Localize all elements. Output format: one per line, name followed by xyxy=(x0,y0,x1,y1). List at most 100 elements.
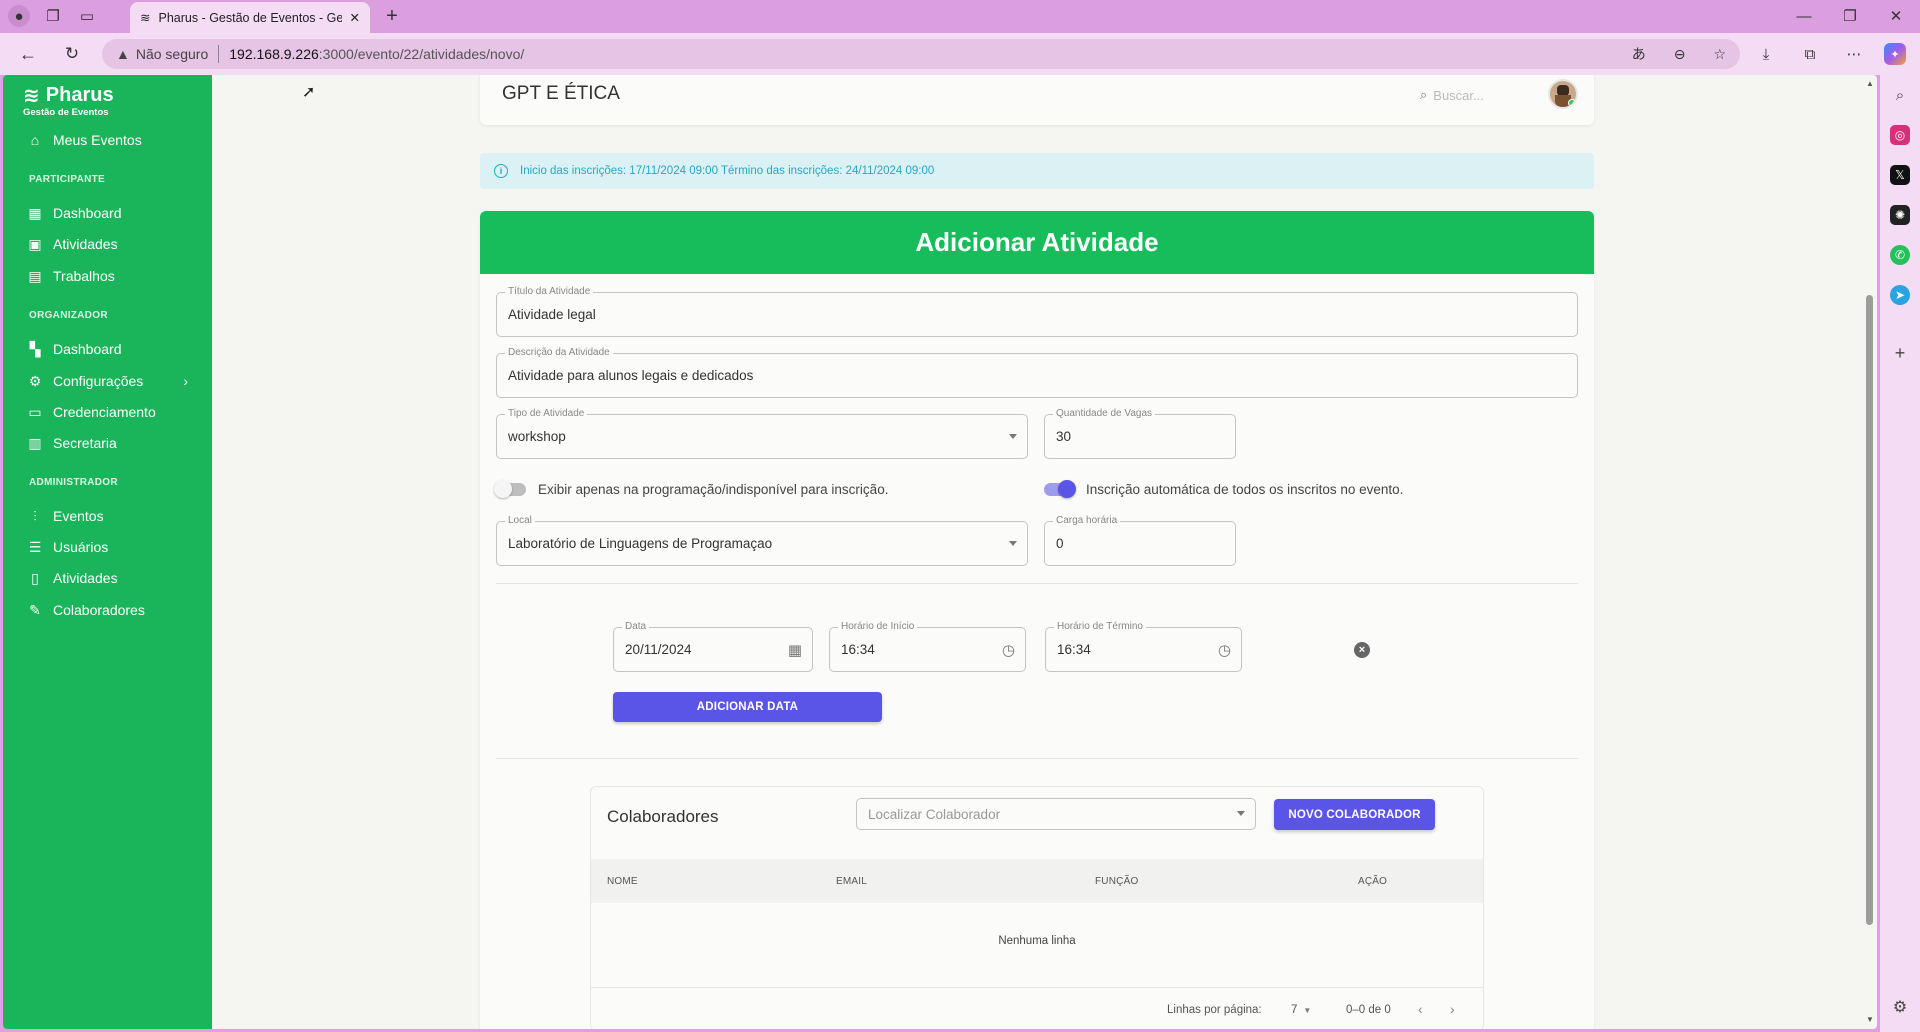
next-page-icon[interactable]: › xyxy=(1450,1001,1455,1017)
field-value: 16:34 xyxy=(1057,642,1091,657)
nav-label: Eventos xyxy=(53,508,104,524)
active-tab[interactable]: ≋ Pharus - Gestão de Eventos - Ges ✕ xyxy=(130,2,370,33)
screenshot-icon[interactable]: ⧉ xyxy=(1798,43,1822,65)
section-divider xyxy=(496,583,1578,584)
activity-type-select[interactable]: Tipo de Atividade workshop xyxy=(496,408,1028,459)
back-icon[interactable]: ← xyxy=(16,43,40,65)
rows-per-page-value: 7 xyxy=(1291,1004,1298,1016)
scrollbar-thumb[interactable] xyxy=(1866,295,1873,925)
whatsapp-icon[interactable]: ✆ xyxy=(1890,245,1910,265)
mouse-cursor-icon: ➚ xyxy=(302,84,316,101)
favorite-star-icon[interactable]: ☆ xyxy=(1713,46,1726,63)
favicon-icon: ≋ xyxy=(140,11,151,25)
nav-secretaria[interactable]: ▥ Secretaria xyxy=(3,427,212,459)
menu-dots-icon[interactable]: ⋯ xyxy=(1842,43,1866,65)
calendar-icon[interactable]: ▦ xyxy=(788,641,802,659)
grid-icon: ▚ xyxy=(29,340,41,357)
nav-credenciamento[interactable]: ▭ Credenciamento xyxy=(3,396,212,428)
column-header-nome[interactable]: NOME xyxy=(607,876,638,887)
nav-organizador-dashboard[interactable]: ▚ Dashboard xyxy=(3,333,212,365)
nav-admin-colaboradores[interactable]: ✎ Colaboradores xyxy=(3,594,212,626)
vacancies-field[interactable]: Quantidade de Vagas 30 xyxy=(1044,408,1236,459)
nav-label: Dashboard xyxy=(53,341,122,357)
nav-meus-eventos[interactable]: ⌂ Meus Eventos xyxy=(3,124,212,156)
event-header: GPT E ÉTICA ⌕ Buscar... xyxy=(480,75,1594,125)
close-window-icon[interactable]: ✕ xyxy=(1884,5,1908,27)
nav-label: Trabalhos xyxy=(53,268,115,284)
x-twitter-icon[interactable]: 𝕏 xyxy=(1890,165,1910,185)
field-value: 20/11/2024 xyxy=(625,642,692,657)
collaborators-title: Colaboradores xyxy=(607,807,719,826)
profile-icon[interactable]: ● xyxy=(8,5,30,27)
rows-per-page-select[interactable]: 7 ▼ xyxy=(1291,1004,1311,1016)
settings-gear-icon[interactable]: ⚙ xyxy=(1890,997,1910,1017)
translate-icon[interactable]: あ xyxy=(1632,44,1646,64)
collaborator-search-select[interactable]: Localizar Colaborador xyxy=(856,798,1256,830)
collaborators-panel: Colaboradores Localizar Colaborador NOVO… xyxy=(590,786,1484,1029)
nav-participante-dashboard[interactable]: ▦ Dashboard xyxy=(3,197,212,229)
add-date-button[interactable]: ADICIONAR DATA xyxy=(613,692,882,722)
registration-info-text: Inicio das inscrições: 17/11/2024 09:00 … xyxy=(520,165,935,177)
nav-admin-usuarios[interactable]: ☰ Usuários xyxy=(3,531,212,563)
address-bar[interactable]: ▲ Não seguro 192.168.9.226:3000/evento/2… xyxy=(102,39,1740,69)
nav-participante-trabalhos[interactable]: ▤ Trabalhos xyxy=(3,260,212,292)
remove-date-icon[interactable]: × xyxy=(1354,642,1370,658)
restore-icon[interactable]: ❐ xyxy=(1838,5,1862,27)
scroll-down-icon[interactable]: ▼ xyxy=(1866,1015,1874,1024)
events-icon: ⫶ xyxy=(33,507,37,524)
scroll-up-icon[interactable]: ▲ xyxy=(1866,79,1874,88)
column-header-email[interactable]: EMAIL xyxy=(836,876,867,887)
tab-actions-icon[interactable]: ▭ xyxy=(76,5,98,27)
activity-title-field[interactable]: Título da Atividade Atividade legal xyxy=(496,286,1578,337)
minimize-icon[interactable]: — xyxy=(1792,5,1816,27)
start-time-field[interactable]: Horário de Início 16:34 ◷ xyxy=(829,621,1026,672)
select-placeholder: Localizar Colaborador xyxy=(868,806,1001,822)
rows-per-page-label: Linhas por página: xyxy=(1167,1004,1262,1016)
new-collaborator-button[interactable]: NOVO COLABORADOR xyxy=(1274,799,1435,830)
reload-icon[interactable]: ↻ xyxy=(60,43,84,65)
instagram-icon[interactable]: ◎ xyxy=(1890,125,1910,145)
switch-track[interactable] xyxy=(1044,480,1076,498)
location-select[interactable]: Local Laboratório de Linguagens de Progr… xyxy=(496,515,1028,566)
settings-icon: ⚙ xyxy=(28,372,42,389)
workload-field[interactable]: Carga horária 0 xyxy=(1044,515,1236,566)
auto-enroll-toggle[interactable]: Inscrição automática de todos os inscrit… xyxy=(1044,480,1403,498)
user-avatar[interactable] xyxy=(1548,79,1578,109)
switch-knob xyxy=(494,480,512,498)
nav-label: Atividades xyxy=(53,570,118,586)
add-side-app-icon[interactable]: + xyxy=(1890,343,1910,363)
end-time-field[interactable]: Horário de Término 16:34 ◷ xyxy=(1045,621,1242,672)
date-field[interactable]: Data 20/11/2024 ▦ xyxy=(613,621,813,672)
chatgpt-icon[interactable]: ✺ xyxy=(1890,205,1910,225)
switch-track[interactable] xyxy=(494,480,526,498)
table-header: NOME EMAIL FUNÇÃO AÇÃO xyxy=(591,859,1483,903)
clock-icon[interactable]: ◷ xyxy=(1218,641,1231,659)
nav-admin-eventos[interactable]: ⫶ Eventos xyxy=(3,500,212,532)
nav-admin-atividades[interactable]: ▯ Atividades xyxy=(3,562,212,594)
column-header-funcao[interactable]: FUNÇÃO xyxy=(1095,876,1138,887)
copilot-icon[interactable]: ✦ xyxy=(1884,43,1906,65)
downloads-icon[interactable]: ⤓ xyxy=(1754,43,1778,65)
telegram-icon[interactable]: ➤ xyxy=(1890,285,1910,305)
close-tab-icon[interactable]: ✕ xyxy=(350,10,360,25)
clock-icon[interactable]: ◷ xyxy=(1002,641,1015,659)
schedule-only-toggle[interactable]: Exibir apenas na programação/indisponíve… xyxy=(494,480,889,498)
list-icon: ☰ xyxy=(28,538,42,555)
new-tab-icon[interactable]: + xyxy=(380,5,404,27)
previous-page-icon[interactable]: ‹ xyxy=(1418,1001,1423,1017)
page-viewport: ≋ Pharus Gestão de Eventos ⌂ Meus Eventos… xyxy=(3,75,1877,1029)
workspaces-icon[interactable]: ❐ xyxy=(42,5,64,27)
activity-description-field[interactable]: Descrição da Atividade Atividade para al… xyxy=(496,347,1578,398)
empty-table-message: Nenhuma linha xyxy=(998,935,1076,947)
security-indicator[interactable]: ▲ Não seguro xyxy=(116,46,208,62)
column-header-acao[interactable]: AÇÃO xyxy=(1358,876,1387,887)
nav-configuracoes[interactable]: ⚙ Configurações › xyxy=(3,365,212,397)
nav-participante-atividades[interactable]: ▣ Atividades xyxy=(3,228,212,260)
brand-logo[interactable]: ≋ Pharus Gestão de Eventos xyxy=(23,83,114,118)
pencil-icon: ✎ xyxy=(29,601,41,618)
search-side-icon[interactable]: ⌕ xyxy=(1890,85,1910,105)
header-search[interactable]: ⌕ Buscar... xyxy=(1420,87,1484,103)
field-value: Atividade legal xyxy=(508,307,596,322)
toggle-label: Exibir apenas na programação/indisponíve… xyxy=(538,482,889,497)
zoom-out-icon[interactable]: ⊖ xyxy=(1674,46,1686,63)
